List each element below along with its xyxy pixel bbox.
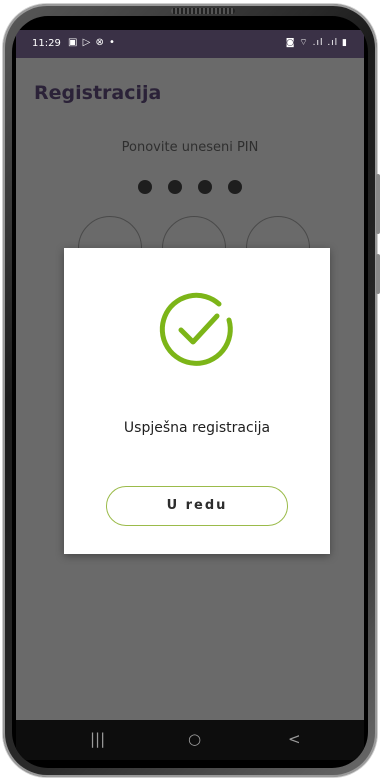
- pin-dot: [198, 180, 212, 194]
- recents-icon[interactable]: |||: [90, 730, 105, 748]
- phone-bezel: 11:29 ▣ ▷ ⊗ • ◙ ⌔ .ıl .ıl ▮ Registracija…: [12, 16, 368, 768]
- pin-dot: [138, 180, 152, 194]
- screen: 11:29 ▣ ▷ ⊗ • ◙ ⌔ .ıl .ıl ▮ Registracija…: [16, 30, 364, 720]
- home-icon[interactable]: ○: [188, 730, 201, 748]
- dialog-message: Uspješna registracija: [123, 420, 271, 436]
- page-title: Registracija: [34, 82, 162, 104]
- signal-battery-icons: ◙ ⌔ .ıl .ıl ▮: [285, 38, 348, 48]
- status-time: 11:29: [32, 38, 61, 49]
- back-icon[interactable]: <: [288, 730, 301, 748]
- check-circle-icon: [159, 292, 233, 366]
- pin-prompt: Ponovite uneseni PIN: [121, 140, 259, 155]
- success-dialog: Uspješna registracija U redu: [64, 248, 330, 554]
- pin-indicator: [16, 180, 364, 194]
- power-button: [376, 254, 380, 294]
- pin-dot: [168, 180, 182, 194]
- navigation-bar: ||| ○ <: [16, 720, 364, 760]
- phone-frame: 11:29 ▣ ▷ ⊗ • ◙ ⌔ .ıl .ıl ▮ Registracija…: [3, 4, 380, 777]
- volume-button: [376, 174, 380, 234]
- speaker-grille: [171, 8, 235, 14]
- ok-button[interactable]: U redu: [106, 486, 288, 526]
- status-bar: 11:29 ▣ ▷ ⊗ • ◙ ⌔ .ıl .ıl ▮: [16, 30, 364, 58]
- pin-dot: [228, 180, 242, 194]
- notification-icons: ▣ ▷ ⊗ •: [68, 37, 116, 48]
